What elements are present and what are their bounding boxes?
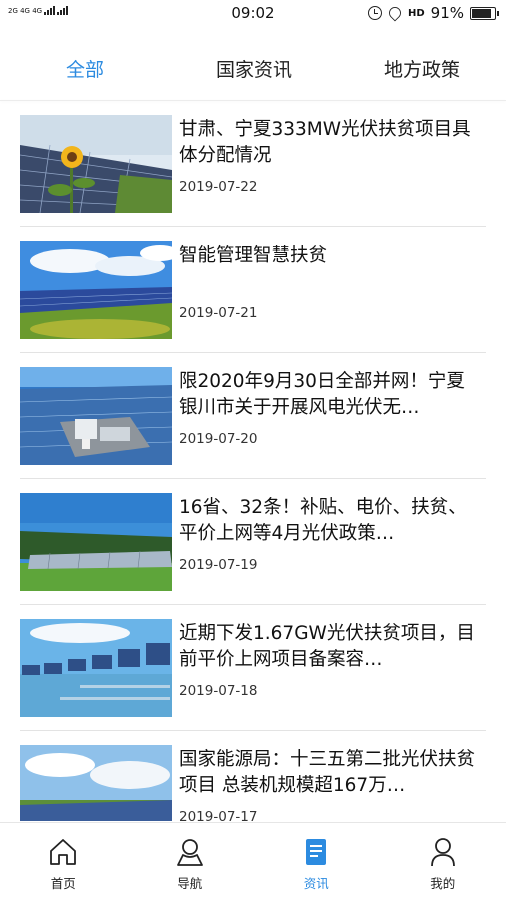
nav-navigation[interactable]: 导航 xyxy=(127,823,254,900)
solar-sky-image xyxy=(20,745,172,821)
news-title[interactable]: 国家能源局：十三五第二批光伏扶贫项目 总装机规模超167万… xyxy=(179,747,479,799)
solar-forest-image xyxy=(20,493,172,591)
tab-all[interactable]: 全部 xyxy=(0,42,170,98)
hd-call-icon: HD xyxy=(407,7,425,19)
nav-mine[interactable]: 我的 xyxy=(380,823,506,900)
news-title[interactable]: 智能管理智慧扶贫 xyxy=(179,243,479,269)
solar-station-image xyxy=(20,367,172,465)
location-icon xyxy=(386,4,404,22)
alarm-icon xyxy=(367,6,382,20)
nav-news-label: 资讯 xyxy=(303,876,329,891)
news-item[interactable]: 甘肃、宁夏333MW光伏扶贫项目具体分配情况 2019-07-22 xyxy=(20,101,486,227)
sunflower-solar-image xyxy=(20,115,172,213)
news-title[interactable]: 16省、32条！补贴、电价、扶贫、平价上网等4月光伏政策… xyxy=(179,495,479,547)
nav-home-label: 首页 xyxy=(50,876,76,891)
news-date: 2019-07-19 xyxy=(179,557,258,573)
nav-news[interactable]: 资讯 xyxy=(253,823,380,900)
nav-home[interactable]: 首页 xyxy=(0,823,127,900)
solar-field-image xyxy=(20,241,172,339)
floating-solar-image xyxy=(20,619,172,717)
battery-icon xyxy=(470,6,499,20)
user-nav-icon xyxy=(176,839,203,866)
tab-local-policy[interactable]: 地方政策 xyxy=(338,42,506,98)
home-icon xyxy=(50,839,77,865)
news-item[interactable]: 16省、32条！补贴、电价、扶贫、平价上网等4月光伏政策… 2019-07-19 xyxy=(20,479,486,605)
battery-fill xyxy=(472,8,492,18)
nav-navigation-label: 导航 xyxy=(177,876,203,891)
news-list[interactable]: 甘肃、宁夏333MW光伏扶贫项目具体分配情况 2019-07-22 智能管理智慧… xyxy=(0,101,506,821)
battery-percent: 91% xyxy=(430,4,464,22)
news-item[interactable]: 限2020年9月30日全部并网！宁夏银川市关于开展风电光伏无… 2019-07-… xyxy=(20,353,486,479)
news-date: 2019-07-17 xyxy=(179,809,258,821)
news-date: 2019-07-20 xyxy=(179,431,258,447)
news-item[interactable]: 国家能源局：十三五第二批光伏扶贫项目 总装机规模超167万… 2019-07-1… xyxy=(20,731,486,821)
news-title[interactable]: 甘肃、宁夏333MW光伏扶贫项目具体分配情况 xyxy=(179,117,479,169)
news-doc-icon xyxy=(306,839,327,865)
news-item[interactable]: 近期下发1.67GW光伏扶贫项目，目前平价上网项目备案容… 2019-07-18 xyxy=(20,605,486,731)
news-title[interactable]: 限2020年9月30日全部并网！宁夏银川市关于开展风电光伏无… xyxy=(179,369,479,421)
tab-national-news[interactable]: 国家资讯 xyxy=(170,42,338,98)
nav-mine-label: 我的 xyxy=(430,876,456,891)
bottom-nav: 首页 导航 资讯 我的 xyxy=(0,822,506,900)
status-bar: 2G 4G 4G 09:02 HD 91% xyxy=(0,0,506,28)
news-date: 2019-07-18 xyxy=(179,683,258,699)
status-icons: HD 91% xyxy=(367,4,499,22)
news-title[interactable]: 近期下发1.67GW光伏扶贫项目，目前平价上网项目备案容… xyxy=(179,621,479,673)
news-date: 2019-07-21 xyxy=(179,305,258,321)
category-tabs: 全部 国家资讯 地方政策 xyxy=(0,42,506,98)
person-icon xyxy=(430,838,455,867)
news-item[interactable]: 智能管理智慧扶贫 2019-07-21 xyxy=(20,227,486,353)
news-date: 2019-07-22 xyxy=(179,179,258,195)
